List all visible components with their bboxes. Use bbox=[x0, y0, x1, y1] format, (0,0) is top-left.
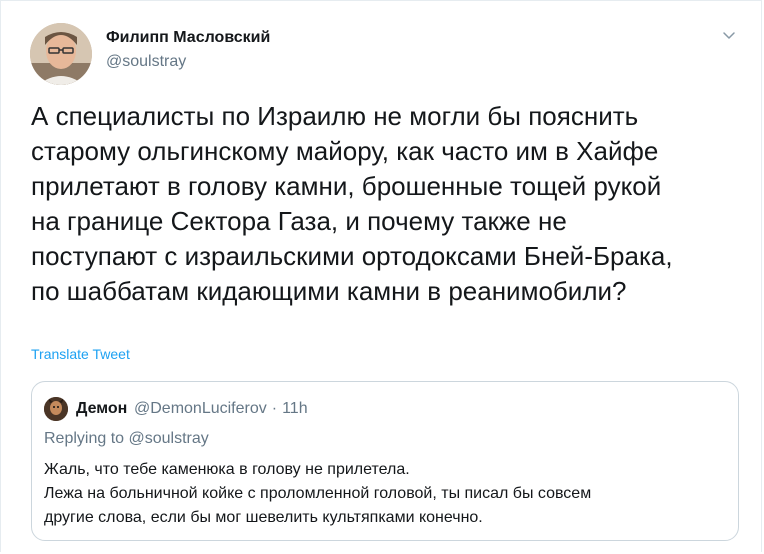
chevron-down-icon[interactable] bbox=[721, 27, 737, 43]
tweet-text: А специалисты по Израилю не могли бы поя… bbox=[31, 101, 673, 306]
quoted-author-avatar[interactable] bbox=[44, 397, 68, 421]
quoted-author-name[interactable]: Демон bbox=[76, 400, 127, 418]
quoted-timestamp[interactable]: 11h bbox=[282, 400, 308, 417]
tweet-card: Филипп Масловский @soulstray А специалис… bbox=[0, 0, 762, 552]
translate-tweet-link[interactable]: Translate Tweet bbox=[31, 346, 130, 362]
meta-separator: · bbox=[271, 400, 278, 417]
quoted-tweet[interactable]: Демон @DemonLuciferov · 11h Replying to @s… bbox=[31, 381, 739, 541]
author-handle[interactable]: @soulstray bbox=[106, 53, 186, 71]
quoted-tweet-text: Жаль, что тебе каменюка в голову не прил… bbox=[44, 461, 592, 526]
quoted-author-meta: @DemonLuciferov · 11h bbox=[134, 400, 313, 418]
author-avatar[interactable] bbox=[30, 23, 92, 85]
replying-to: Replying to @soulstray bbox=[44, 430, 209, 447]
author-name[interactable]: Филипп Масловский bbox=[106, 29, 270, 47]
quoted-author-handle[interactable]: @DemonLuciferov bbox=[134, 400, 267, 417]
